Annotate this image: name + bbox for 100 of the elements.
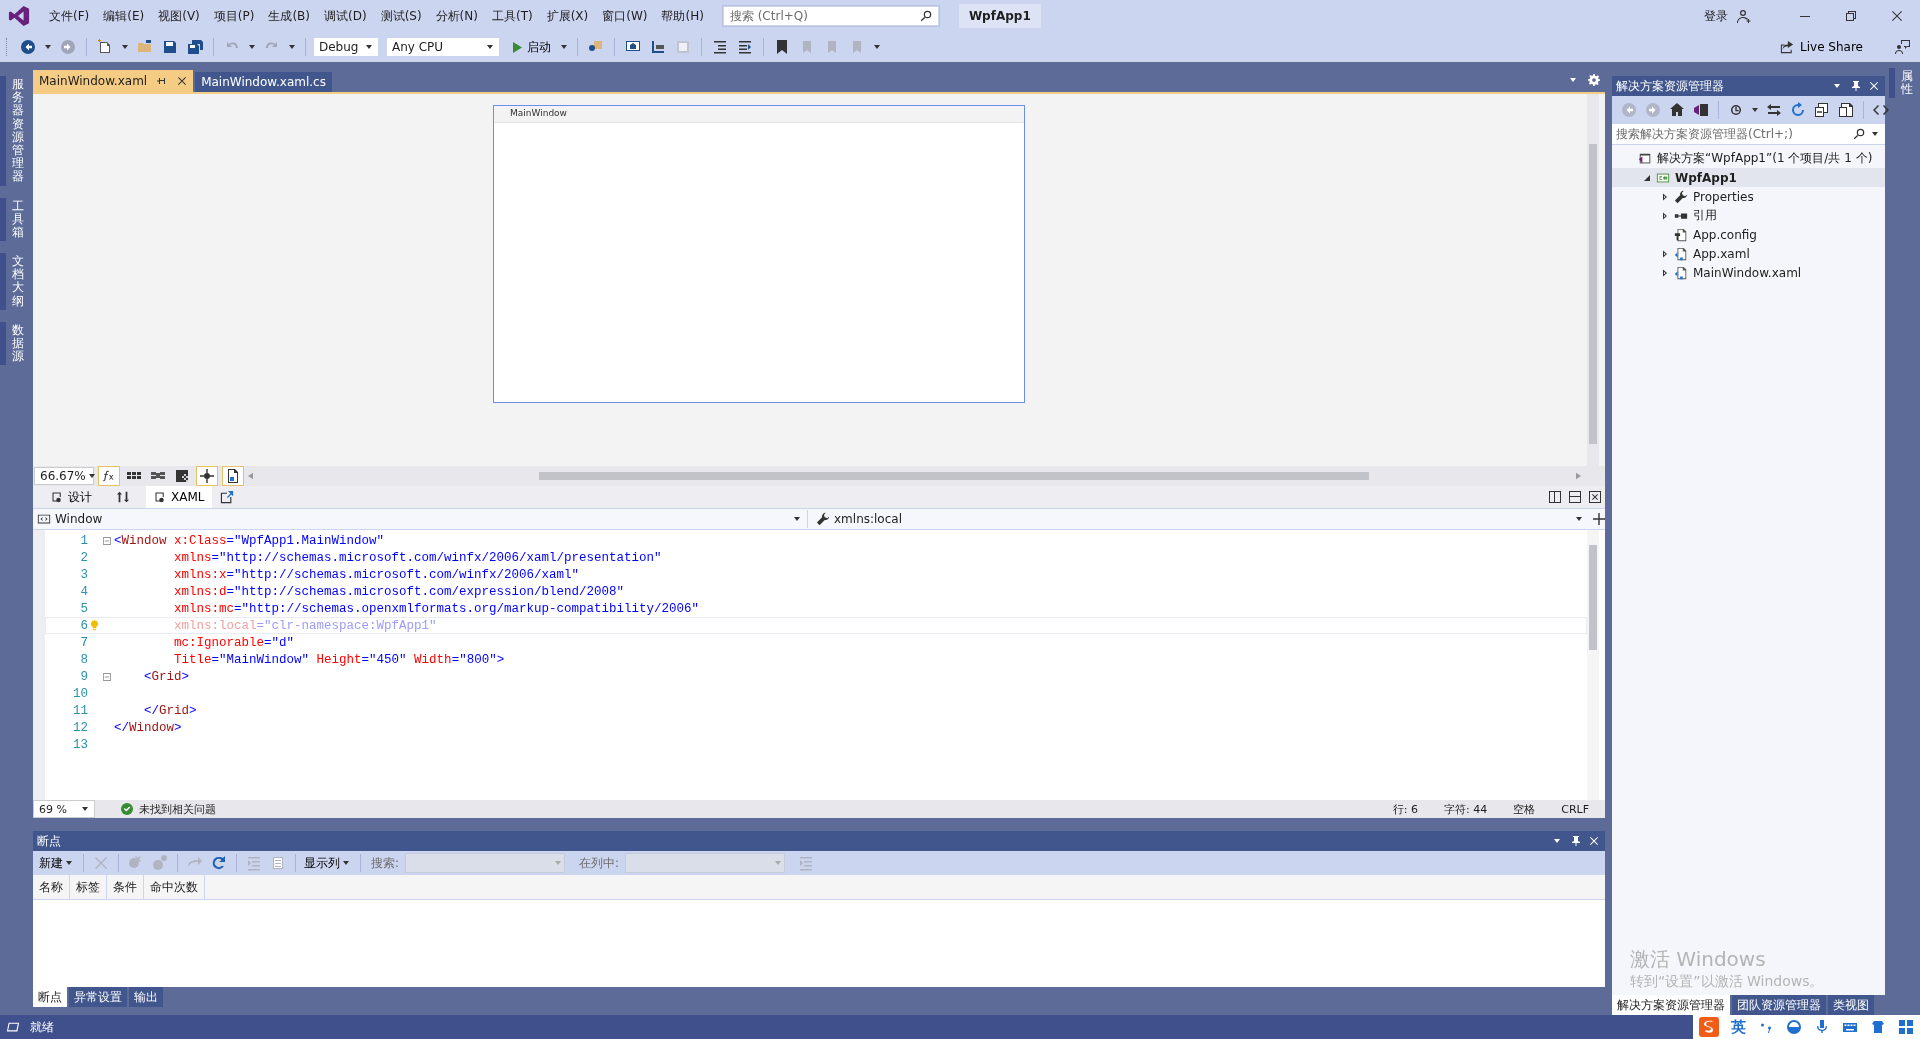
line-ending-indicator[interactable]: CRLF	[1561, 802, 1589, 816]
expanded-icon[interactable]	[1643, 173, 1651, 182]
search-field[interactable]	[405, 853, 566, 873]
microphone-icon[interactable]	[1814, 1019, 1830, 1035]
expand-icon[interactable]	[1661, 268, 1669, 277]
menu-item[interactable]: 扩展(X)	[539, 4, 596, 28]
skin-icon[interactable]	[1870, 1019, 1886, 1035]
add-icon[interactable]	[1593, 513, 1605, 525]
split-vertical-icon[interactable]	[1549, 491, 1561, 503]
new-file-icon[interactable]	[97, 39, 113, 55]
menu-item[interactable]: 测试(S)	[373, 4, 429, 28]
caret-icon[interactable]	[1834, 84, 1840, 88]
panel-tab[interactable]: 类视图	[1828, 995, 1874, 1015]
tree-item[interactable]: 引用	[1612, 206, 1885, 225]
search-field[interactable]: 搜索解决方案资源管理器(Ctrl+;)	[1616, 127, 1849, 141]
view-tab[interactable]: XAML	[146, 486, 213, 508]
close-icon[interactable]	[177, 76, 188, 86]
tree-item[interactable]: MainWindow.xaml	[1612, 263, 1885, 282]
pop-out-icon[interactable]	[220, 490, 235, 504]
caret-icon[interactable]	[1554, 839, 1560, 843]
column-header[interactable]: 标签	[70, 875, 107, 899]
caret-icon[interactable]	[561, 45, 567, 49]
new-button[interactable]: 新建	[37, 852, 77, 874]
expand-icon[interactable]	[1661, 249, 1669, 258]
back-icon[interactable]	[20, 39, 36, 55]
zoom-dropdown[interactable]: 69 %	[33, 800, 95, 818]
document-tab[interactable]: MainWindow.xaml.cs	[195, 72, 332, 92]
scrollbar[interactable]	[1587, 94, 1599, 466]
indent-icon[interactable]	[737, 39, 753, 55]
document-tab[interactable]: MainWindow.xaml	[33, 70, 194, 92]
split-horizontal-icon[interactable]	[1569, 491, 1581, 503]
panel-tab[interactable]: 输出	[129, 987, 163, 1007]
emoji-icon[interactable]	[1786, 1019, 1802, 1035]
caret-icon[interactable]	[122, 45, 128, 49]
scrollbar[interactable]	[1587, 530, 1599, 800]
menu-item[interactable]: 调试(D)	[317, 4, 374, 28]
caret-icon[interactable]	[45, 45, 51, 49]
expand-icon[interactable]	[1661, 192, 1669, 201]
switch-views-icon[interactable]	[1693, 102, 1709, 118]
pin-icon[interactable]	[157, 76, 168, 86]
zoom-dropdown[interactable]: 66.67%	[34, 467, 94, 485]
configuration-dropdown[interactable]: Debug	[313, 37, 379, 57]
document-icon[interactable]	[222, 466, 244, 486]
menu-item[interactable]: 视图(V)	[151, 4, 207, 28]
history-icon[interactable]	[1728, 102, 1744, 118]
sign-in-link[interactable]: 登录	[1704, 7, 1728, 25]
swap-icon[interactable]	[116, 490, 130, 504]
pin-icon[interactable]	[1851, 81, 1861, 91]
close-icon[interactable]	[1589, 836, 1599, 846]
apps-icon[interactable]	[1898, 1019, 1914, 1035]
expand-icon[interactable]	[1661, 211, 1669, 220]
search-box[interactable]: 搜索解决方案资源管理器(Ctrl+;)	[1612, 124, 1885, 145]
code-icon[interactable]	[1873, 102, 1889, 118]
save-icon[interactable]	[162, 39, 178, 55]
visual-studio-logo[interactable]	[8, 5, 30, 27]
home-icon[interactable]	[1669, 102, 1685, 118]
caret-icon[interactable]	[874, 45, 880, 49]
feedback-icon[interactable]	[1895, 39, 1911, 55]
caret-icon[interactable]	[249, 45, 255, 49]
snap-icon[interactable]	[196, 466, 218, 486]
tree-item[interactable]: App.xaml	[1612, 244, 1885, 263]
menu-item[interactable]: 窗口(W)	[595, 4, 655, 28]
close-icon[interactable]	[1869, 81, 1879, 91]
column-header[interactable]: 条件	[107, 875, 144, 899]
show-columns-button[interactable]: 显示列	[302, 852, 354, 874]
user-icon[interactable]	[1736, 8, 1752, 24]
tree-item[interactable]: App.config	[1612, 225, 1885, 244]
column-header[interactable]: 名称	[33, 875, 70, 899]
caret-icon[interactable]	[1872, 132, 1878, 136]
menu-item[interactable]: 帮助(H)	[654, 4, 711, 28]
bookmark-icon[interactable]	[774, 39, 790, 55]
panel-tab[interactable]: 团队资源管理器	[1732, 995, 1826, 1015]
view-tab[interactable]: 设计	[43, 486, 100, 508]
panel-tab[interactable]: 解决方案资源管理器	[1612, 995, 1730, 1015]
side-tab[interactable]: 属性	[1889, 68, 1919, 99]
member-dropdown[interactable]: xmlns:local	[812, 510, 1589, 528]
menu-item[interactable]: 编辑(E)	[96, 4, 152, 28]
save-all-icon[interactable]	[187, 39, 203, 55]
input-method-logo[interactable]	[1699, 1017, 1719, 1037]
live-share-button[interactable]: Live Share	[1774, 38, 1869, 56]
indent-indicator[interactable]: 空格	[1513, 801, 1536, 817]
outdent-icon[interactable]	[712, 39, 728, 55]
refresh-icon[interactable]	[1790, 102, 1806, 118]
caret-icon[interactable]	[1752, 108, 1758, 112]
sync-icon[interactable]	[1766, 102, 1782, 118]
panel-tab[interactable]: 异常设置	[69, 987, 127, 1007]
menu-item[interactable]: 生成(B)	[261, 4, 317, 28]
tree-item[interactable]: 解决方案“WpfApp1”(1 个项目/共 1 个)	[1612, 149, 1885, 168]
formula-icon[interactable]	[98, 466, 120, 486]
column-indicator[interactable]: 字符: 44	[1444, 801, 1488, 817]
settings-icon[interactable]	[1588, 74, 1600, 86]
collapse-icon[interactable]	[1814, 102, 1830, 118]
input-mode-toggle[interactable]: 英	[1731, 1017, 1746, 1037]
tree-item[interactable]: Properties	[1612, 187, 1885, 206]
menu-item[interactable]: 项目(P)	[206, 4, 262, 28]
search-box[interactable]: 搜索 (Ctrl+Q)	[722, 6, 939, 26]
issues-status[interactable]: 未找到相关问题	[139, 801, 216, 817]
column-header[interactable]: 命中次数	[144, 875, 205, 899]
element-dropdown[interactable]: Window	[33, 510, 808, 528]
window-preview[interactable]: MainWindow	[493, 105, 1025, 403]
